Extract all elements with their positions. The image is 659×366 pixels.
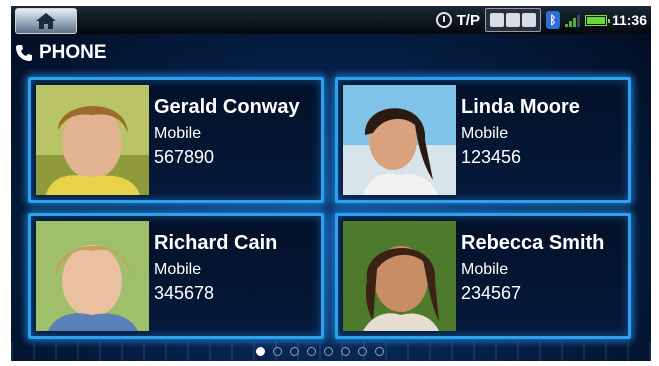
contact-phone-type: Mobile: [461, 261, 509, 278]
clock-indicator-icon: [435, 12, 452, 28]
page-title: PHONE: [15, 42, 107, 64]
contact-name: Linda Moore: [461, 96, 580, 118]
page-indicator[interactable]: [256, 347, 384, 356]
contact-phone-type: Mobile: [154, 261, 202, 278]
battery-icon: [584, 14, 610, 26]
page-dot[interactable]: [290, 347, 299, 356]
audio-mode-indicator: [484, 8, 541, 32]
contact-number: 345678: [154, 283, 215, 303]
home-icon: [36, 13, 56, 29]
status-bar: T/P ᛒ 11:36: [11, 6, 651, 34]
contact-card-gerald-conway[interactable]: Gerald Conway Mobile 567890: [28, 77, 324, 203]
page-dot[interactable]: [358, 347, 367, 356]
page-dot[interactable]: [341, 347, 350, 356]
contact-number: 234567: [461, 283, 522, 303]
contact-name: Rebecca Smith: [461, 232, 605, 254]
page-dot[interactable]: [273, 347, 282, 356]
page-dot[interactable]: [307, 347, 316, 356]
contact-photo-icon: [36, 221, 149, 331]
contact-photo-icon: [343, 221, 456, 331]
contact-phone-type: Mobile: [154, 125, 202, 142]
home-button[interactable]: [15, 8, 77, 34]
handset-icon: [521, 13, 536, 27]
bluetooth-icon: ᛒ: [545, 11, 560, 29]
page-title-text: PHONE: [39, 42, 107, 63]
contact-photo-icon: [343, 85, 456, 195]
contact-card-richard-cain[interactable]: Richard Cain Mobile 345678: [28, 213, 324, 339]
contact-number: 567890: [154, 147, 215, 167]
tp-label: T/P: [456, 11, 480, 29]
contact-card-linda-moore[interactable]: Linda Moore Mobile 123456: [335, 77, 631, 203]
keypad-icon: [489, 13, 504, 27]
contact-number: 123456: [461, 147, 522, 167]
page-dot[interactable]: [324, 347, 333, 356]
status-time: 11:36: [611, 12, 647, 28]
phone-handset-icon: [16, 45, 32, 61]
page-dot[interactable]: [256, 347, 265, 356]
contact-name: Gerald Conway: [154, 96, 300, 118]
contact-card-rebecca-smith[interactable]: Rebecca Smith Mobile 234567: [335, 213, 631, 339]
call-forward-icon: [505, 13, 520, 27]
contact-phone-type: Mobile: [461, 125, 509, 142]
contact-name: Richard Cain: [154, 232, 278, 254]
signal-strength-icon: [564, 13, 580, 27]
phone-screen: T/P ᛒ 11:36 PHONE Gerald Conway Mobile 5…: [11, 6, 651, 361]
page-dot[interactable]: [375, 347, 384, 356]
contact-photo-icon: [36, 85, 149, 195]
